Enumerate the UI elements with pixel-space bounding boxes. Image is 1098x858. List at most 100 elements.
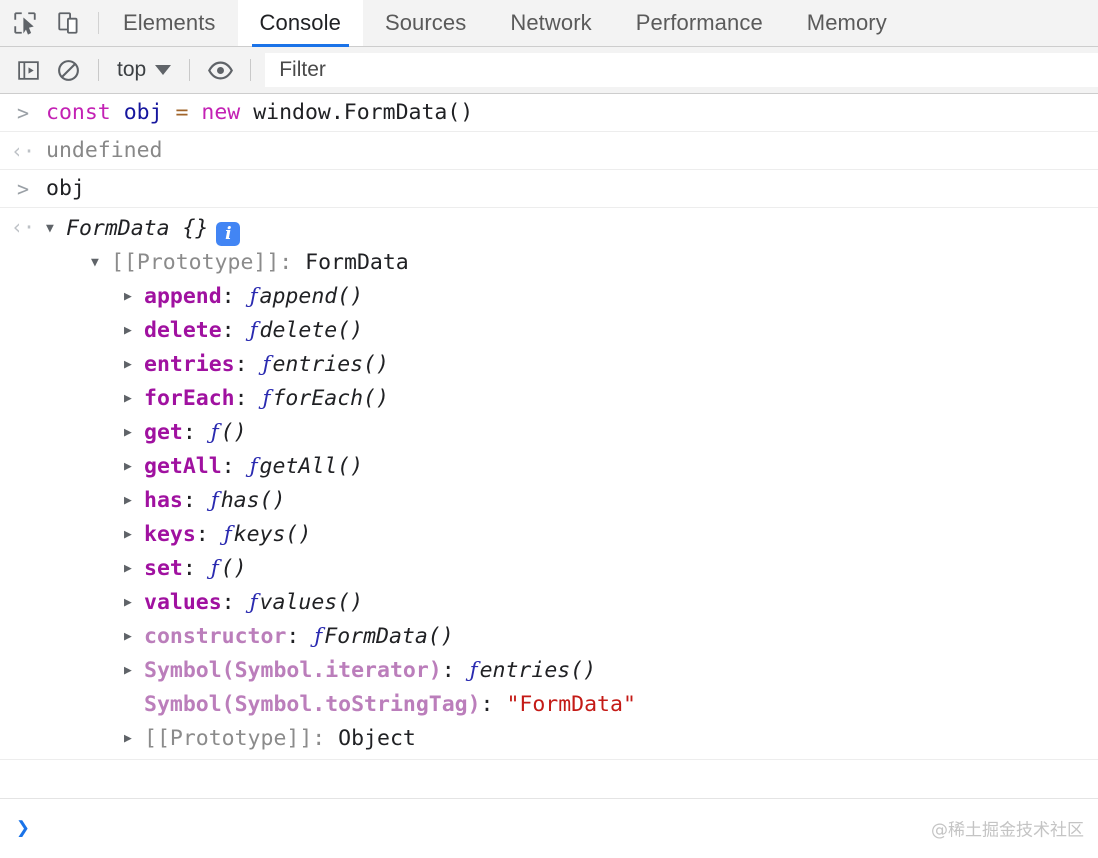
- clear-console-icon[interactable]: [48, 53, 88, 87]
- inspect-cursor-icon[interactable]: [10, 8, 40, 38]
- disclosure-triangle-collapsed-icon[interactable]: ▶: [124, 722, 144, 756]
- property-row[interactable]: ▶ keys: ƒkeys(): [46, 518, 1098, 552]
- object-title: FormData {}: [66, 216, 208, 241]
- function-marker-icon: ƒ: [209, 556, 221, 581]
- live-expression-eye-icon[interactable]: [200, 53, 240, 87]
- property-name: forEach: [144, 386, 235, 411]
- prototype-row-text: [[Prototype]]: FormData: [111, 246, 409, 280]
- prototype-row[interactable]: ▼ [[Prototype]]: FormData: [46, 246, 1098, 280]
- property-row-text: Symbol(Symbol.toStringTag): "FormData": [144, 688, 636, 722]
- console-entry-input[interactable]: > const obj = new window.FormData(): [0, 94, 1098, 132]
- property-value: FormData(): [324, 624, 453, 649]
- token-obj-ref: obj: [46, 176, 85, 201]
- devtools-tabbar: Elements Console Sources Network Perform…: [0, 0, 1098, 47]
- devtools-tool-icons: [0, 0, 92, 46]
- tab-elements[interactable]: Elements: [101, 0, 238, 46]
- toolbar-divider-3: [250, 59, 251, 81]
- property-colon: :: [235, 352, 248, 377]
- info-badge-icon[interactable]: i: [216, 222, 240, 246]
- disclosure-triangle-collapsed-icon[interactable]: ▶: [124, 348, 144, 382]
- property-name: constructor: [144, 624, 286, 649]
- function-marker-icon: ƒ: [468, 658, 480, 683]
- disclosure-triangle-expanded-icon-2[interactable]: ▼: [91, 246, 111, 280]
- property-colon: :: [183, 420, 196, 445]
- object-tree-header[interactable]: ▼ FormData {} i: [46, 212, 1098, 246]
- property-row-text: getAll: ƒgetAll(): [144, 450, 363, 484]
- property-name: Symbol(Symbol.toStringTag): [144, 692, 481, 717]
- tab-memory[interactable]: Memory: [785, 0, 909, 46]
- property-value: keys(): [234, 522, 312, 547]
- property-name: get: [144, 420, 183, 445]
- property-row[interactable]: ▶ forEach: ƒforEach(): [46, 382, 1098, 416]
- property-row[interactable]: ▶ entries: ƒentries(): [46, 348, 1098, 382]
- property-row-text: has: ƒhas(): [144, 484, 285, 518]
- console-entry-input-obj[interactable]: > obj: [0, 170, 1098, 208]
- console-output: > const obj = new window.FormData() ‹· u…: [0, 94, 1098, 798]
- property-colon: :: [183, 556, 196, 581]
- property-row-text: Symbol(Symbol.iterator): ƒentries(): [144, 654, 596, 688]
- disclosure-triangle-collapsed-icon[interactable]: ▶: [124, 314, 144, 348]
- device-toolbar-icon[interactable]: [54, 8, 84, 38]
- execution-context-label: top: [117, 58, 146, 82]
- tab-network-label: Network: [510, 10, 591, 36]
- disclosure-triangle-collapsed-icon[interactable]: ▶: [124, 416, 144, 450]
- filter-input[interactable]: [265, 53, 1098, 87]
- prototype-object-text: [[Prototype]]: Object: [144, 722, 416, 756]
- console-prompt-bar[interactable]: ❯ @稀土掘金技术社区: [0, 798, 1098, 856]
- disclosure-triangle-collapsed-icon[interactable]: ▶: [124, 552, 144, 586]
- token-space-3: [188, 100, 201, 125]
- property-colon: :: [481, 692, 494, 717]
- property-name: entries: [144, 352, 235, 377]
- chevron-down-icon: [155, 65, 171, 75]
- property-row-symbol-tostringtag[interactable]: ▶ Symbol(Symbol.toStringTag): "FormData": [46, 688, 1098, 722]
- property-row[interactable]: ▶ has: ƒhas(): [46, 484, 1098, 518]
- disclosure-triangle-expanded-icon[interactable]: ▼: [46, 212, 66, 246]
- tabbar-divider: [98, 12, 99, 34]
- tab-console[interactable]: Console: [238, 0, 363, 46]
- disclosure-triangle-collapsed-icon[interactable]: ▶: [124, 586, 144, 620]
- property-row-constructor[interactable]: ▶ constructor: ƒFormData(): [46, 620, 1098, 654]
- function-marker-icon: ƒ: [209, 488, 221, 513]
- tab-network[interactable]: Network: [488, 0, 613, 46]
- output-prompt-icon: ‹·: [0, 136, 46, 166]
- property-value: entries(): [480, 658, 597, 683]
- property-row[interactable]: ▶ append: ƒappend(): [46, 280, 1098, 314]
- property-row[interactable]: ▶ delete: ƒdelete(): [46, 314, 1098, 348]
- property-row[interactable]: ▶ getAll: ƒgetAll(): [46, 450, 1098, 484]
- property-value: has(): [221, 488, 286, 513]
- console-entry-object-tree: ‹· ▼ FormData {}i ▼ [[Prototype]]: FormD…: [0, 208, 1098, 760]
- disclosure-triangle-collapsed-icon[interactable]: ▶: [124, 518, 144, 552]
- disclosure-triangle-collapsed-icon[interactable]: ▶: [124, 484, 144, 518]
- property-row[interactable]: ▶ set: ƒ(): [46, 552, 1098, 586]
- property-row[interactable]: ▶ get: ƒ(): [46, 416, 1098, 450]
- disclosure-triangle-collapsed-icon[interactable]: ▶: [124, 620, 144, 654]
- property-row-text: get: ƒ(): [144, 416, 247, 450]
- object-header-text: FormData {} i: [66, 212, 240, 246]
- property-row-text: keys: ƒkeys(): [144, 518, 311, 552]
- disclosure-triangle-collapsed-icon[interactable]: ▶: [124, 450, 144, 484]
- property-value: values(): [260, 590, 364, 615]
- disclosure-triangle-collapsed-icon[interactable]: ▶: [124, 654, 144, 688]
- disclosure-triangle-collapsed-icon[interactable]: ▶: [124, 280, 144, 314]
- tab-sources[interactable]: Sources: [363, 0, 488, 46]
- token-space-2: [163, 100, 176, 125]
- property-colon: :: [235, 386, 248, 411]
- property-colon: :: [222, 284, 235, 309]
- execution-context-selector[interactable]: top: [109, 58, 179, 82]
- tab-memory-label: Memory: [807, 10, 887, 36]
- token-space-4: [240, 100, 253, 125]
- property-name: getAll: [144, 454, 222, 479]
- disclosure-triangle-collapsed-icon[interactable]: ▶: [124, 382, 144, 416]
- property-row-text: set: ƒ(): [144, 552, 247, 586]
- function-marker-icon: ƒ: [248, 318, 260, 343]
- property-string-value: "FormData": [506, 692, 635, 717]
- console-sidebar-icon[interactable]: [8, 53, 48, 87]
- tab-performance-label: Performance: [636, 10, 763, 36]
- tab-performance[interactable]: Performance: [614, 0, 785, 46]
- property-row-text: constructor: ƒFormData(): [144, 620, 454, 654]
- property-colon: :: [442, 658, 455, 683]
- property-row-symbol-iterator[interactable]: ▶ Symbol(Symbol.iterator): ƒentries(): [46, 654, 1098, 688]
- prototype-object-row[interactable]: ▶ [[Prototype]]: Object: [46, 722, 1098, 756]
- property-row[interactable]: ▶ values: ƒvalues(): [46, 586, 1098, 620]
- toolbar-divider-1: [98, 59, 99, 81]
